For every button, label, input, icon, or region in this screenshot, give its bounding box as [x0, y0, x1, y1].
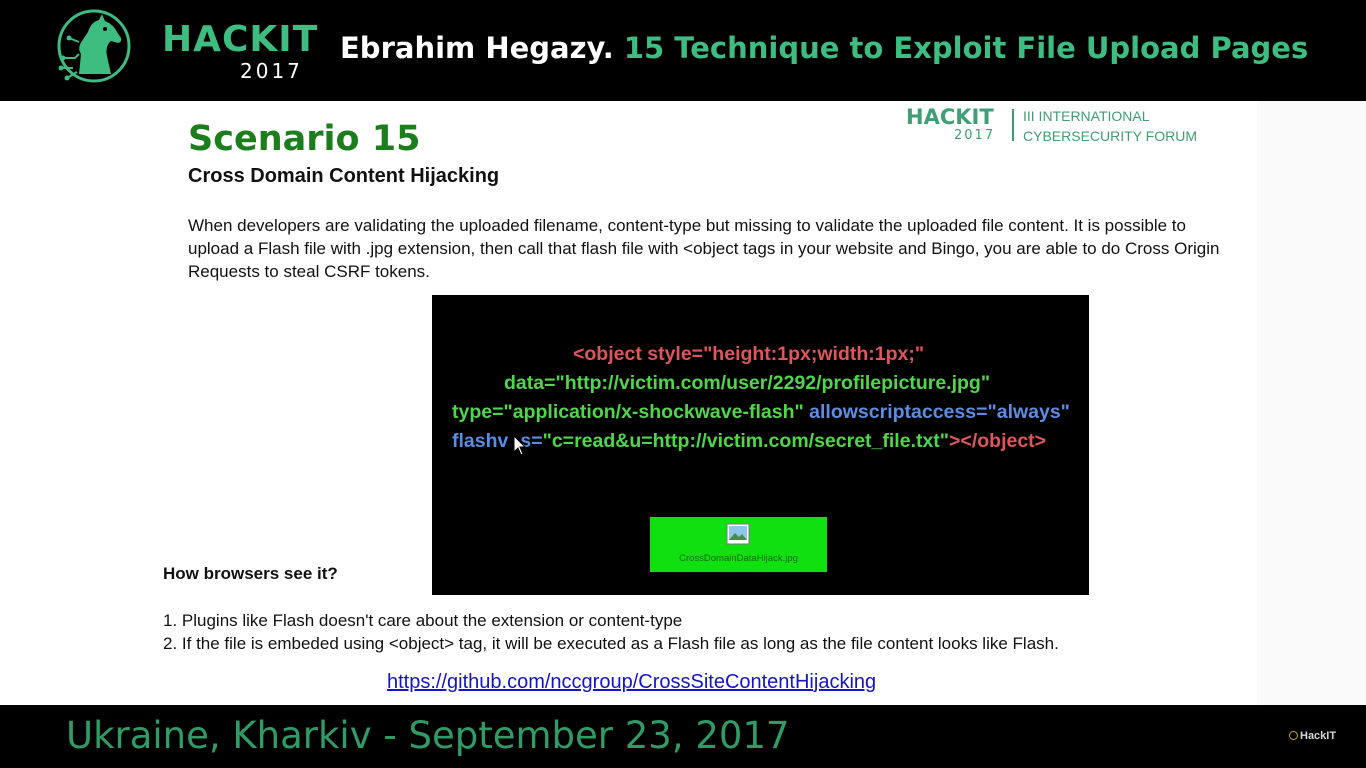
- top-banner: HACKIT 2017 Ebrahim Hegazy. 15 Technique…: [0, 0, 1366, 101]
- slide-title: Scenario 15: [188, 119, 421, 159]
- slide-margin: [1257, 101, 1366, 705]
- forum-line-2: CYBERSECURITY FORUM: [1023, 128, 1197, 144]
- image-file-icon: [726, 523, 750, 545]
- code-allowscript-attr: allowscriptaccess="always": [809, 401, 1070, 423]
- code-close-tag: ></object>: [949, 430, 1047, 452]
- code-flashvars-attr-a: flashv: [452, 430, 509, 452]
- code-line-object: <object style="height:1px;width:1px;": [573, 343, 925, 365]
- slide-subtitle: Cross Domain Content Hijacking: [188, 165, 500, 187]
- slide-logo-year: 2017: [954, 128, 996, 143]
- bottom-banner: Ukraine, Kharkiv - September 23, 2017 Ha…: [0, 705, 1366, 768]
- horse-head-circuit-icon: [55, 8, 133, 88]
- presentation-slide: HACKIT 2017 III INTERNATIONAL CYBERSECUR…: [0, 101, 1366, 705]
- intro-paragraph: When developers are validating the uploa…: [188, 216, 1220, 281]
- point-item-1: 1. Plugins like Flash doesn't care about…: [163, 611, 683, 630]
- brand-year: 2017: [240, 59, 303, 83]
- talk-title: Ebrahim Hegazy. 15 Technique to Exploit …: [340, 28, 1308, 68]
- code-line-flashvars: flashv s="c=read&u=http://victim.com/secr…: [452, 428, 1046, 454]
- hackit-watermark-icon: [1289, 731, 1298, 740]
- slide-logo-forum: III INTERNATIONAL CYBERSECURITY FORUM: [1023, 106, 1197, 146]
- code-type-attr: type="application/x-shockwave-flash": [452, 401, 804, 423]
- slide-logo-divider: [1012, 109, 1014, 141]
- file-thumbnail: CrossDomainDataHijack.jpg: [650, 517, 827, 572]
- brand-name: HACKIT: [162, 19, 319, 60]
- slide-logo: HACKIT 2017 III INTERNATIONAL CYBERSECUR…: [906, 105, 1206, 145]
- file-name: CrossDomainDataHijack.jpg: [679, 553, 798, 564]
- code-screenshot: <object style="height:1px;width:1px;" da…: [432, 295, 1089, 595]
- speaker-name: Ebrahim Hegazy.: [340, 31, 614, 65]
- watermark-text: HackIT: [1300, 730, 1337, 742]
- mouse-cursor-icon: [513, 434, 527, 457]
- event-location: Ukraine, Kharkiv - September 23, 2017: [66, 714, 790, 757]
- slide-logo-brand: HACKIT: [906, 105, 994, 129]
- talk-subject: 15 Technique to Exploit File Upload Page…: [623, 31, 1309, 65]
- channel-watermark: HackIT: [1289, 729, 1336, 743]
- code-flashvars-value: "c=read&u=http://victim.com/secret_file.…: [542, 430, 950, 452]
- point-item-2: 2. If the file is embeded using <object>…: [163, 634, 1059, 653]
- how-browsers-heading: How browsers see it?: [163, 564, 338, 583]
- code-line-data: data="http://victim.com/user/2292/profil…: [504, 372, 991, 394]
- github-reference-link[interactable]: https://github.com/nccgroup/CrossSiteCon…: [387, 670, 876, 694]
- forum-line-1: III INTERNATIONAL: [1023, 108, 1150, 124]
- code-line-type: type="application/x-shockwave-flash" all…: [452, 399, 1070, 425]
